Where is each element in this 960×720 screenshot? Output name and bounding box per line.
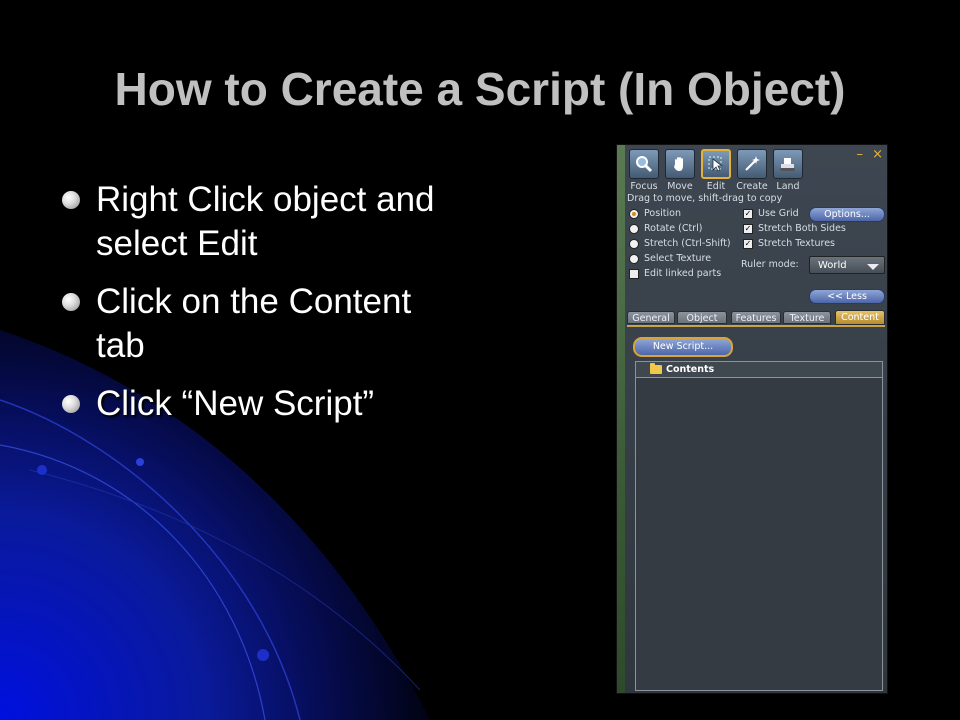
tool-create[interactable]: Create xyxy=(735,149,769,192)
tool-label: Focus xyxy=(630,181,658,192)
checkbox-label: Stretch Both Sides xyxy=(758,223,846,234)
checkbox-label: Edit linked parts xyxy=(644,268,722,279)
ruler-mode-label: Ruler mode: xyxy=(741,259,799,270)
close-button[interactable]: × xyxy=(872,147,883,162)
new-script-button[interactable]: New Script... xyxy=(633,337,733,357)
bullet-text: Right Click object and select Edit xyxy=(96,180,435,263)
radio-icon xyxy=(629,223,639,234)
checkmark-icon: ✓ xyxy=(743,238,753,249)
hand-icon xyxy=(665,149,695,179)
bullet-list: Right Click object and select Edit Click… xyxy=(60,178,460,440)
radio-selected-icon xyxy=(629,208,639,219)
radio-position[interactable]: Position xyxy=(629,208,681,219)
edit-tools-panel: – × Focus Move Edit Create Land Drag to … xyxy=(616,144,888,694)
radio-icon xyxy=(629,253,639,264)
bullet-text: Click on the Content tab xyxy=(96,282,412,365)
less-button[interactable]: << Less xyxy=(809,289,885,304)
world-view-strip xyxy=(617,145,625,693)
bulldozer-icon xyxy=(773,149,803,179)
decor-dot xyxy=(37,465,47,475)
contents-root-label: Contents xyxy=(666,364,715,375)
pointer-icon xyxy=(701,149,731,179)
bullet-dot-icon xyxy=(62,395,80,413)
contents-list[interactable]: Contents xyxy=(635,361,883,691)
magnifier-icon xyxy=(629,149,659,179)
bullet-dot-icon xyxy=(62,191,80,209)
bullet-text: Click “New Script” xyxy=(96,384,375,423)
checkbox-unchecked-icon xyxy=(629,268,639,279)
radio-rotate[interactable]: Rotate (Ctrl) xyxy=(629,223,702,234)
checkmark-icon: ✓ xyxy=(743,223,753,234)
ruler-mode-select[interactable]: World xyxy=(809,256,885,274)
radio-label: Select Texture xyxy=(644,253,712,264)
bullet-dot-icon xyxy=(62,293,80,311)
radio-label: Stretch (Ctrl-Shift) xyxy=(644,238,731,249)
folder-icon xyxy=(650,363,662,374)
tab-general[interactable]: General xyxy=(627,311,675,324)
tool-land[interactable]: Land xyxy=(771,149,805,192)
checkbox-edit-linked-parts[interactable]: Edit linked parts xyxy=(629,268,721,279)
tab-texture[interactable]: Texture xyxy=(783,311,831,324)
tab-underline xyxy=(627,325,885,327)
tool-move[interactable]: Move xyxy=(663,149,697,192)
tab-features[interactable]: Features xyxy=(731,311,781,324)
chevron-down-icon xyxy=(867,264,879,270)
options-button[interactable]: Options... xyxy=(809,207,885,222)
checkbox-label: Use Grid xyxy=(758,208,799,219)
tool-label: Create xyxy=(736,181,768,192)
magic-wand-icon xyxy=(737,149,767,179)
tool-label: Land xyxy=(776,181,800,192)
tool-label: Move xyxy=(667,181,693,192)
tool-hint: Drag to move, shift-drag to copy xyxy=(627,193,783,204)
radio-label: Position xyxy=(644,208,681,219)
checkbox-stretch-textures[interactable]: ✓ Stretch Textures xyxy=(743,238,835,249)
checkbox-use-grid[interactable]: ✓ Use Grid xyxy=(743,208,799,219)
slide-title: How to Create a Script (In Object) xyxy=(114,63,846,115)
tool-edit[interactable]: Edit xyxy=(699,149,733,192)
decor-dot xyxy=(136,458,144,466)
bullet-item: Click on the Content tab xyxy=(60,280,460,368)
radio-stretch[interactable]: Stretch (Ctrl-Shift) xyxy=(629,238,731,249)
minimize-button[interactable]: – xyxy=(856,147,863,162)
checkmark-icon: ✓ xyxy=(743,208,753,219)
ruler-mode-value: World xyxy=(818,260,847,271)
checkbox-label: Stretch Textures xyxy=(758,238,836,249)
tab-object[interactable]: Object xyxy=(677,311,727,324)
tool-label: Edit xyxy=(706,181,726,192)
tool-focus[interactable]: Focus xyxy=(627,149,661,192)
window-controls: – × xyxy=(851,147,883,162)
bullet-item: Click “New Script” xyxy=(60,382,460,426)
radio-select-texture[interactable]: Select Texture xyxy=(629,253,711,264)
tab-content[interactable]: Content xyxy=(835,310,885,325)
bullet-item: Right Click object and select Edit xyxy=(60,178,460,266)
decor-dot xyxy=(257,649,269,661)
radio-icon xyxy=(629,238,639,249)
radio-label: Rotate (Ctrl) xyxy=(644,223,703,234)
checkbox-stretch-both-sides[interactable]: ✓ Stretch Both Sides xyxy=(743,223,846,234)
list-item[interactable]: Contents xyxy=(636,362,882,378)
